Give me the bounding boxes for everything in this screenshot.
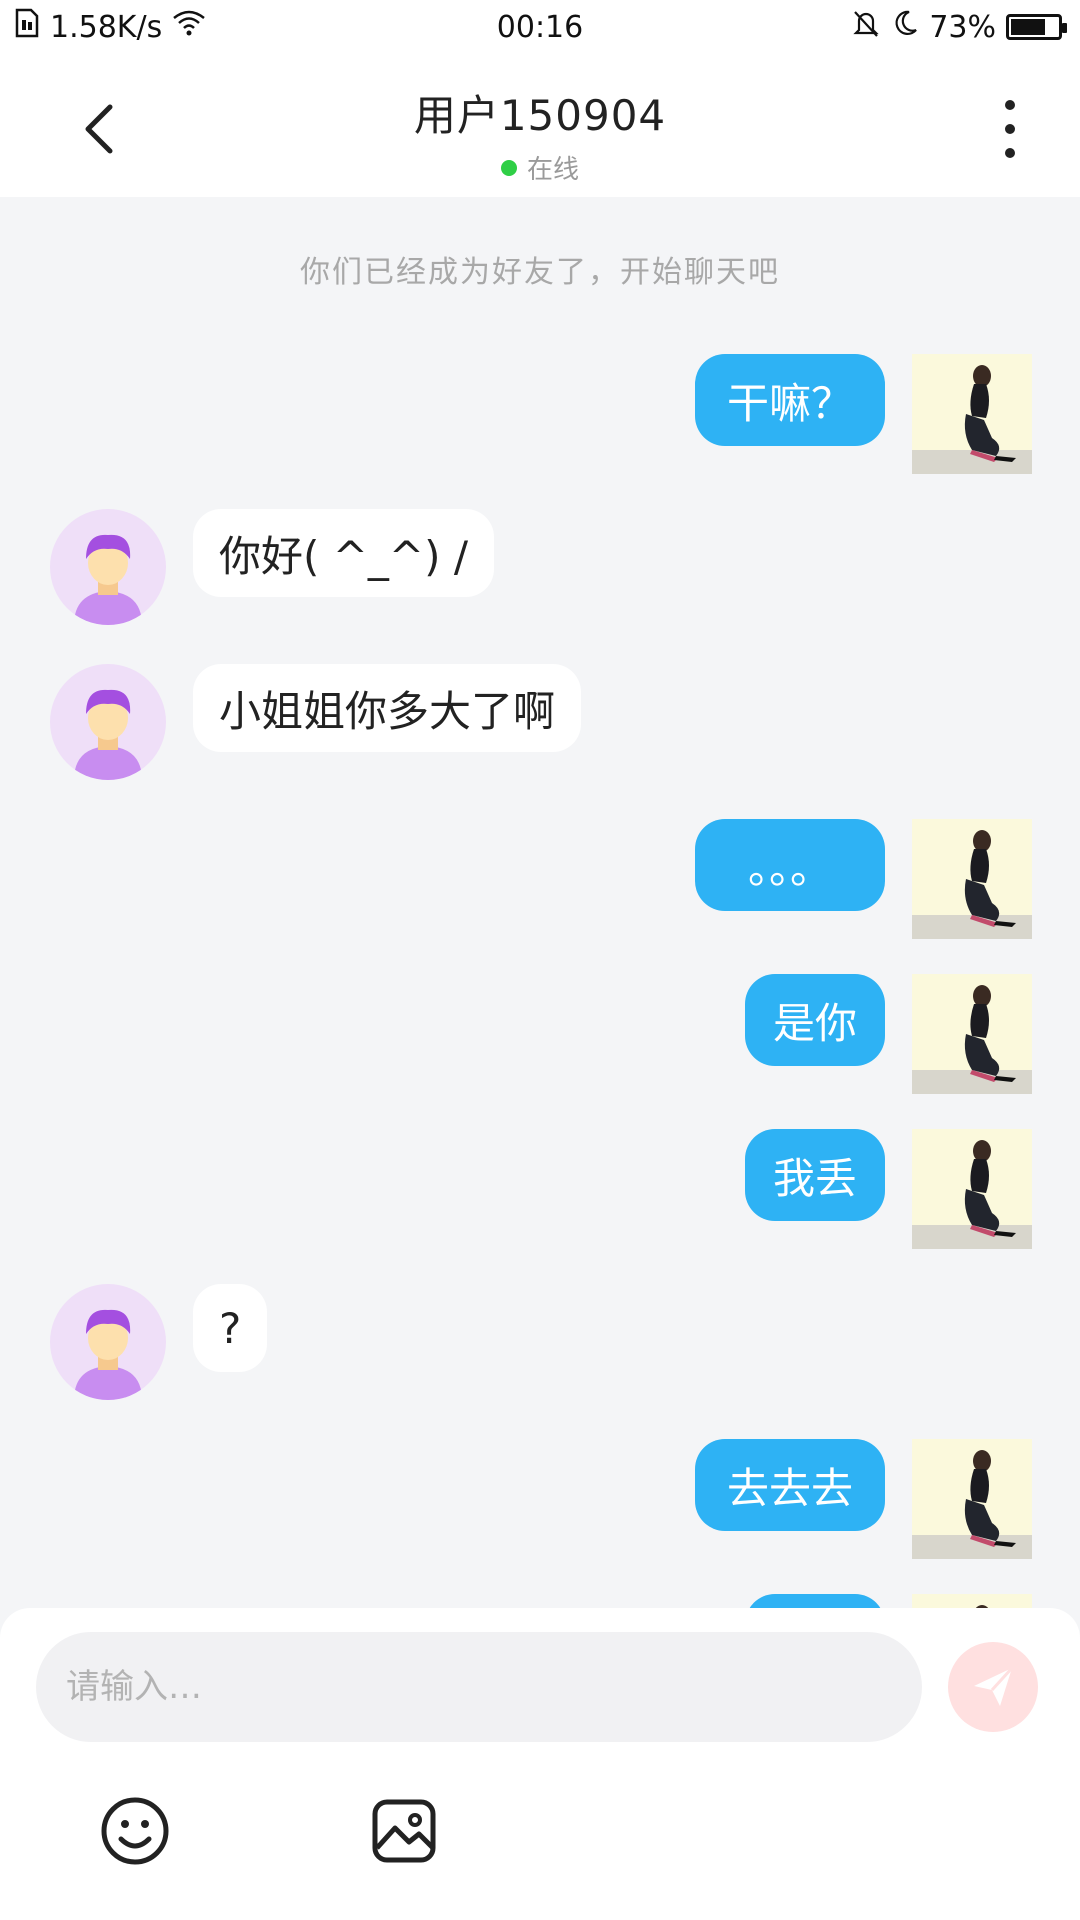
status-right: 73% bbox=[851, 8, 1067, 46]
other-avatar[interactable] bbox=[50, 664, 166, 780]
self-avatar[interactable] bbox=[912, 1129, 1032, 1249]
self-avatar[interactable] bbox=[912, 974, 1032, 1094]
photo-avatar-icon bbox=[912, 1439, 1032, 1559]
other-avatar[interactable] bbox=[50, 1284, 166, 1400]
photo-avatar-icon bbox=[912, 354, 1032, 474]
emoji-icon bbox=[101, 1797, 169, 1865]
emoji-button[interactable] bbox=[97, 1793, 173, 1869]
message-bubble-self[interactable]: 我丢 bbox=[745, 1129, 885, 1221]
photo-avatar-icon bbox=[912, 1129, 1032, 1249]
message-bubble-other[interactable]: ? bbox=[193, 1284, 268, 1372]
wifi-icon bbox=[172, 9, 206, 45]
person-avatar-icon bbox=[74, 689, 142, 780]
chat-area[interactable]: 你们已经成为好友了，开始聊天吧 干嘛？ 你好( ^_^) / 小姐姐你多大了啊 … bbox=[0, 197, 1080, 1610]
sim-icon bbox=[14, 8, 40, 46]
message-row-self: 干嘛？ bbox=[0, 354, 1080, 474]
message-row-other: 你好( ^_^) / bbox=[0, 509, 1080, 629]
online-dot bbox=[500, 159, 517, 176]
chat-header: 用户150904 在线 bbox=[0, 54, 1080, 197]
person-avatar-icon bbox=[74, 534, 142, 625]
online-status: 在线 bbox=[0, 149, 1080, 186]
message-row-self: 去去去 bbox=[0, 1439, 1080, 1559]
message-bubble-other[interactable]: 你好( ^_^) / bbox=[193, 509, 495, 597]
moon-icon bbox=[891, 9, 919, 45]
message-bubble-self[interactable]: 。。。 bbox=[695, 819, 885, 911]
status-bar: 1.58K/s 00:16 73% bbox=[0, 0, 1080, 54]
message-bubble-self[interactable]: 干嘛？ bbox=[695, 354, 885, 446]
message-input[interactable] bbox=[36, 1632, 922, 1742]
online-status-label: 在线 bbox=[526, 155, 579, 185]
image-icon bbox=[372, 1799, 436, 1863]
message-row-other: ? bbox=[0, 1284, 1080, 1404]
more-vertical-icon-dot bbox=[1005, 124, 1015, 134]
send-button[interactable] bbox=[948, 1642, 1038, 1732]
message-row-self: 是你 bbox=[0, 974, 1080, 1094]
input-bar bbox=[0, 1608, 1080, 1920]
other-avatar[interactable] bbox=[50, 509, 166, 625]
message-bubble-self[interactable]: 是你 bbox=[745, 974, 885, 1066]
self-avatar[interactable] bbox=[912, 354, 1032, 474]
self-avatar[interactable] bbox=[912, 1439, 1032, 1559]
message-row-other: 小姐姐你多大了啊 bbox=[0, 664, 1080, 784]
system-note: 你们已经成为好友了，开始聊天吧 bbox=[300, 255, 780, 290]
photo-avatar-icon bbox=[912, 819, 1032, 939]
more-button[interactable] bbox=[990, 94, 1030, 164]
person-avatar-icon bbox=[74, 1309, 142, 1400]
network-speed: 1.58K/s bbox=[50, 9, 163, 45]
photo-avatar-icon bbox=[912, 974, 1032, 1094]
self-avatar[interactable] bbox=[912, 819, 1032, 939]
battery-fill bbox=[1011, 19, 1045, 35]
title-block: 用户150904 在线 bbox=[0, 82, 1080, 186]
more-vertical-icon-dot bbox=[1005, 148, 1015, 158]
message-bubble-self[interactable]: 去去去 bbox=[695, 1439, 885, 1531]
battery-percent: 73% bbox=[929, 9, 996, 45]
mute-bell-icon bbox=[851, 8, 881, 46]
message-row-self: 我丢 bbox=[0, 1129, 1080, 1249]
status-left: 1.58K/s bbox=[14, 8, 206, 46]
battery-icon bbox=[1006, 14, 1067, 40]
image-button[interactable] bbox=[366, 1793, 442, 1869]
message-row-self: 。。。 bbox=[0, 819, 1080, 939]
message-bubble-other[interactable]: 小姐姐你多大了啊 bbox=[193, 664, 582, 752]
send-icon bbox=[974, 1666, 1014, 1706]
page-title: 用户150904 bbox=[413, 91, 667, 140]
more-vertical-icon-dot bbox=[1005, 100, 1015, 110]
